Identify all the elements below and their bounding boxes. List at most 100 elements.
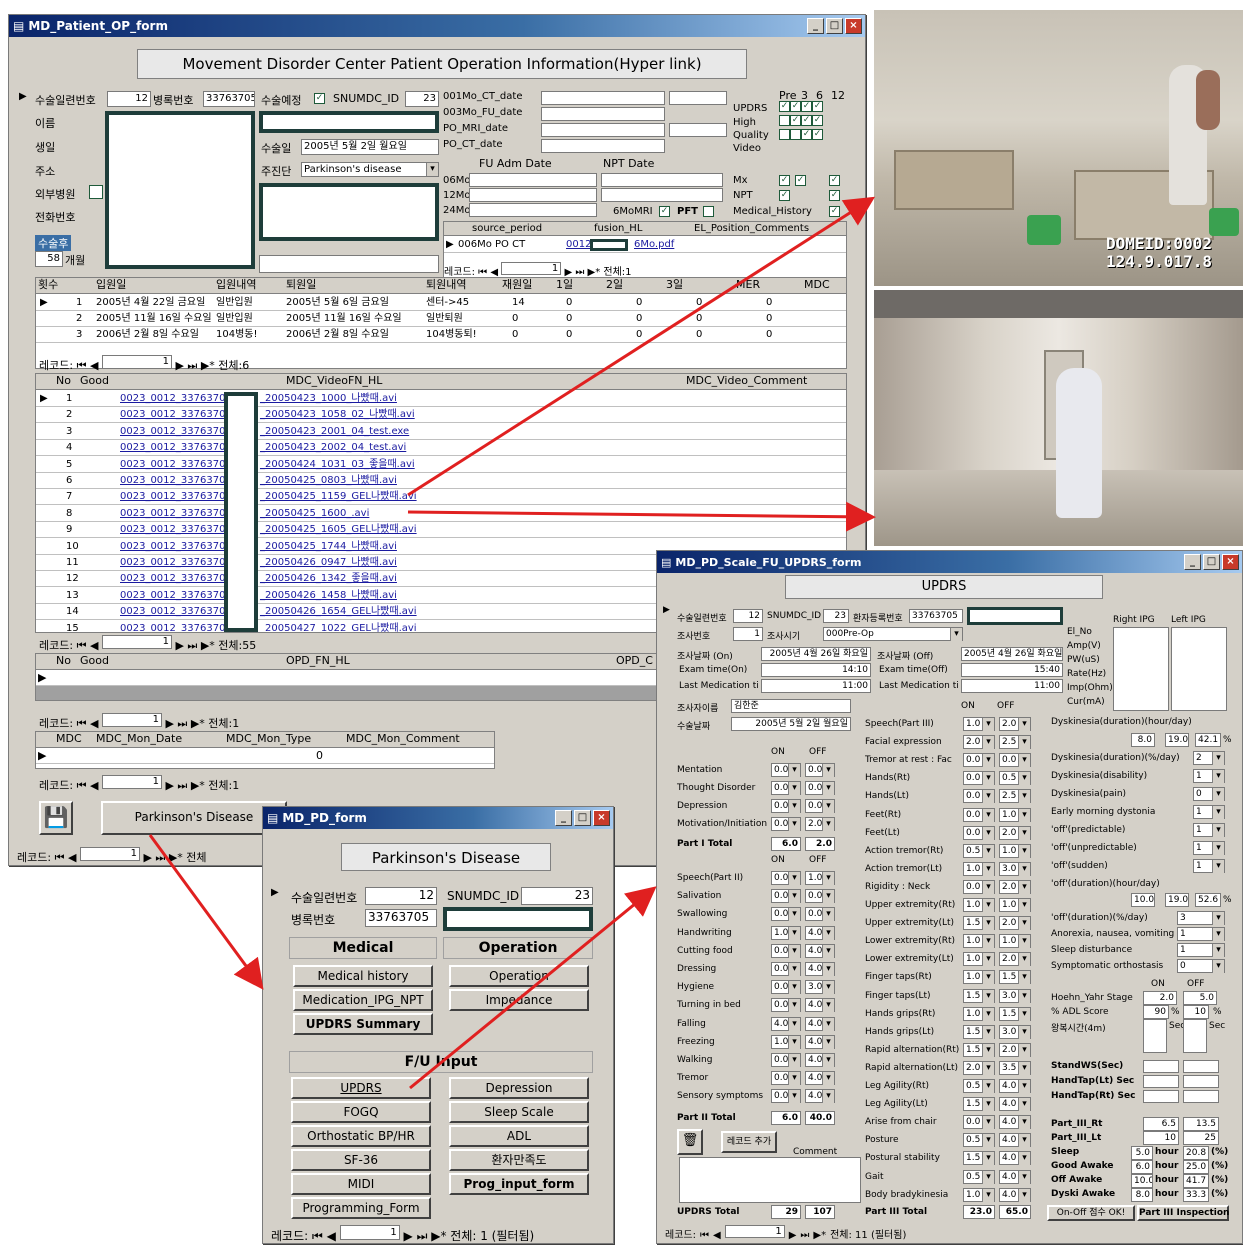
nav-pos[interactable]: 1 bbox=[101, 713, 162, 727]
part3-on[interactable]: 0.0 bbox=[963, 771, 995, 786]
part2-off[interactable]: 4.0 bbox=[805, 943, 835, 958]
part2-on[interactable]: 0.0 bbox=[771, 871, 801, 885]
part3-on[interactable]: 1.0 bbox=[963, 861, 995, 876]
part3-on[interactable]: 0.0 bbox=[963, 825, 995, 840]
date-field-2b[interactable] bbox=[669, 123, 727, 137]
right-item-val[interactable]: 1 bbox=[1193, 841, 1225, 855]
part1-off[interactable]: 2.0 bbox=[805, 817, 835, 831]
part3-on[interactable]: 1.0 bbox=[963, 898, 995, 912]
cb-hq-6[interactable]: ✓ bbox=[801, 115, 812, 126]
part2-on[interactable]: 4.0 bbox=[771, 1016, 801, 1031]
reg-field[interactable]: 33763705 bbox=[365, 909, 437, 927]
part3-on[interactable]: 1.0 bbox=[963, 1187, 995, 1202]
maximize-icon[interactable]: □ bbox=[574, 810, 591, 826]
part2-off[interactable]: 4.0 bbox=[805, 998, 835, 1013]
part3-off[interactable]: 3.0 bbox=[999, 988, 1031, 1003]
updrs-summary-button[interactable]: UPDRS Summary bbox=[293, 1013, 433, 1035]
add-record-button[interactable]: 레코드 추가 bbox=[721, 1131, 777, 1153]
test-field-2[interactable] bbox=[1183, 1060, 1219, 1073]
nav-pos[interactable]: 1 bbox=[101, 635, 172, 649]
exam-on-field[interactable]: 14:10 bbox=[761, 663, 871, 677]
part3-on[interactable]: 1.5 bbox=[963, 1024, 995, 1039]
nav-next-icon[interactable]: ▶ bbox=[143, 851, 151, 864]
part1-off[interactable]: 0.0 bbox=[805, 763, 835, 777]
source-period-row[interactable]: ▶ 006Mo PO CT 0012 6Mo.pdf bbox=[444, 237, 846, 253]
diag-dropdown[interactable]: Parkinson's disease bbox=[301, 162, 439, 177]
fu-right-button[interactable]: Sleep Scale bbox=[449, 1101, 589, 1123]
cb-updrs-3[interactable]: ✓ bbox=[790, 101, 801, 112]
ext-hosp-checkbox[interactable] bbox=[89, 185, 103, 199]
test-field-2[interactable] bbox=[1183, 1075, 1219, 1088]
part3-off[interactable]: 4.0 bbox=[999, 1115, 1031, 1130]
right-item2-val[interactable]: 1 bbox=[1177, 943, 1225, 957]
part1-on[interactable]: 0.0 bbox=[771, 763, 801, 777]
updrs-total-off[interactable]: 107 bbox=[805, 1205, 835, 1219]
cb-mx-pre[interactable]: ✓ bbox=[779, 175, 790, 186]
nav-next-icon[interactable]: ▶ bbox=[175, 359, 183, 372]
cb-med-hist[interactable]: ✓ bbox=[829, 206, 840, 217]
part3-on[interactable]: 2.0 bbox=[963, 735, 995, 750]
part1-on[interactable]: 0.0 bbox=[771, 799, 801, 813]
part1-off[interactable]: 0.0 bbox=[805, 799, 835, 813]
part2-total-on[interactable]: 6.0 bbox=[771, 1111, 801, 1125]
cb-npt-12[interactable]: ✓ bbox=[829, 190, 840, 201]
video-file-link[interactable]: _20050426_0947_나빴때.avi bbox=[260, 555, 397, 570]
nav-last-icon[interactable]: ⏭ bbox=[177, 779, 187, 792]
part3-off[interactable]: 0.5 bbox=[999, 771, 1031, 786]
fu-right-button[interactable]: Prog_input_form bbox=[449, 1173, 589, 1195]
video-file-link[interactable]: _20050423_2002_04_test.avi bbox=[260, 440, 406, 455]
right-item2-val[interactable]: 1 bbox=[1177, 927, 1225, 941]
dysk-val-2[interactable]: 19.0 bbox=[1165, 733, 1189, 747]
fu-left-button[interactable]: Orthostatic BP/HR bbox=[291, 1125, 431, 1147]
nav-new-icon[interactable]: ▶* bbox=[201, 359, 215, 372]
off-val-3[interactable]: 52.6 bbox=[1195, 893, 1221, 907]
video-file-link[interactable]: _20050426_1458_나빴때.avi bbox=[260, 588, 397, 603]
npt-12[interactable] bbox=[601, 188, 723, 202]
opdate-field[interactable]: 2005년 5월 2일 월요일 bbox=[731, 717, 851, 731]
part3-on[interactable]: 1.5 bbox=[963, 1042, 995, 1057]
nav-first-icon[interactable]: ⏮ bbox=[77, 639, 87, 652]
part3-rt-off[interactable]: 13.5 bbox=[1183, 1117, 1219, 1131]
lastmed-off-field[interactable]: 11:00 bbox=[961, 679, 1063, 693]
part3-off[interactable]: 1.0 bbox=[999, 807, 1031, 822]
right-item-val[interactable]: 2 bbox=[1193, 751, 1225, 765]
medical-history-button[interactable]: Medical history bbox=[293, 965, 433, 987]
dysk-val-3[interactable]: 42.1 bbox=[1195, 733, 1221, 747]
video-file-link[interactable]: _20050425_0803_나빴때.avi bbox=[260, 473, 397, 488]
nav-new-icon[interactable]: ▶* bbox=[813, 1230, 826, 1241]
nav-next-icon[interactable]: ▶ bbox=[175, 639, 183, 652]
cb-vid-12[interactable]: ✓ bbox=[812, 129, 823, 140]
state-hours[interactable]: 6.0 bbox=[1131, 1160, 1153, 1174]
part3-off[interactable]: 2.5 bbox=[999, 789, 1031, 804]
nav-pos[interactable]: 1 bbox=[339, 1225, 400, 1240]
nav-first-icon[interactable]: ⏮ bbox=[312, 1229, 323, 1243]
medication-ipg-npt-button[interactable]: Medication_IPG_NPT bbox=[293, 989, 433, 1011]
part3-inspection-button[interactable]: Part III Inspection bbox=[1137, 1205, 1229, 1221]
right-item2-val[interactable]: 0 bbox=[1177, 959, 1225, 973]
nav-new-icon[interactable]: ▶* bbox=[201, 639, 215, 652]
hy-on[interactable]: 2.0 bbox=[1143, 991, 1177, 1005]
nav-first-icon[interactable]: ⏮ bbox=[77, 359, 87, 372]
serial-field[interactable]: 12 bbox=[733, 609, 763, 623]
part1-on[interactable]: 0.0 bbox=[771, 781, 801, 795]
video-prefix-link[interactable]: 0023_0012_33763705 bbox=[120, 473, 232, 488]
nav-next-icon[interactable]: ▶ bbox=[165, 779, 173, 792]
part3-on[interactable]: 0.5 bbox=[963, 1079, 995, 1093]
video-prefix-link[interactable]: 0023_0012_33763705 bbox=[120, 440, 232, 455]
part2-total-off[interactable]: 40.0 bbox=[805, 1111, 835, 1125]
cb-mri6[interactable]: ✓ bbox=[659, 206, 670, 217]
part3-off[interactable]: 2.0 bbox=[999, 825, 1031, 840]
fu-right-button[interactable]: ADL bbox=[449, 1125, 589, 1147]
state-hours[interactable]: 5.0 bbox=[1131, 1146, 1153, 1160]
part3-off[interactable]: 4.0 bbox=[999, 1169, 1031, 1184]
video-prefix-link[interactable]: 0023_0012_33763705 bbox=[120, 621, 232, 632]
test-field[interactable] bbox=[1143, 1060, 1179, 1073]
snumdc-field[interactable]: 23 bbox=[823, 609, 849, 623]
video-row[interactable]: 2 0023_0012_33763705 _20050423_1058_02_나빴때… bbox=[36, 407, 846, 424]
date-field-2[interactable] bbox=[541, 123, 665, 137]
video-row[interactable]: 9 0023_0012_33763705 _20050425_1605_GEL나빴때… bbox=[36, 522, 846, 539]
video-row[interactable]: 5 0023_0012_33763705 _20050424_1031_03_좋을때… bbox=[36, 457, 846, 473]
snumdc-field[interactable]: 23 bbox=[521, 887, 593, 905]
nav-next-icon[interactable]: ▶ bbox=[165, 717, 173, 730]
pdf-link[interactable]: 6Mo.pdf bbox=[634, 237, 674, 252]
